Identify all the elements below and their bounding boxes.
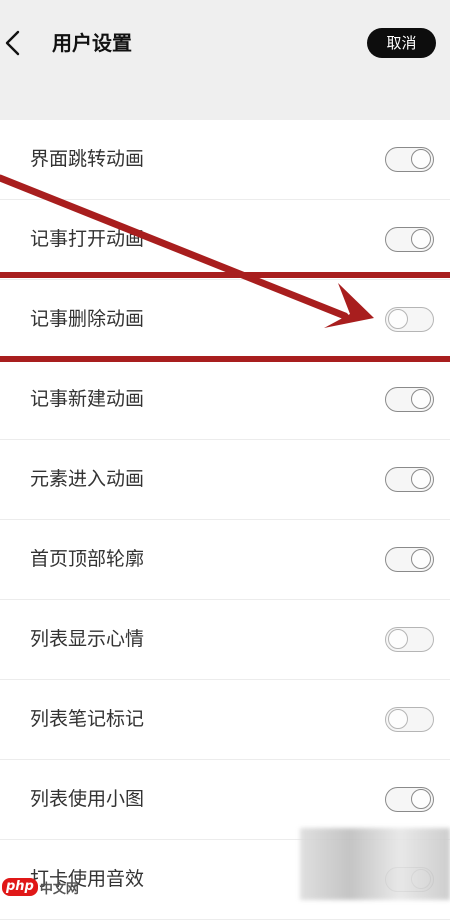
settings-row: 界面跳转动画 [0, 120, 450, 200]
setting-toggle[interactable] [385, 307, 434, 332]
settings-list: 界面跳转动画 记事打开动画 记事删除动画 记事新建动画 元素进入动画 首页顶部轮… [0, 120, 450, 920]
settings-row: 记事打开动画 [0, 200, 450, 280]
toggle-knob [411, 469, 431, 489]
chevron-left-icon [5, 30, 20, 56]
toggle-knob [411, 149, 431, 169]
setting-label: 首页顶部轮廓 [30, 548, 145, 570]
toggle-knob [388, 629, 408, 649]
watermark-text: 中文网 [39, 881, 79, 897]
setting-toggle[interactable] [385, 147, 434, 172]
setting-toggle[interactable] [385, 387, 434, 412]
back-button[interactable] [4, 28, 32, 58]
toggle-knob [411, 549, 431, 569]
setting-toggle[interactable] [385, 467, 434, 492]
setting-label: 记事新建动画 [30, 388, 145, 410]
settings-row: 列表笔记标记 [0, 680, 450, 760]
toggle-knob [411, 789, 431, 809]
toggle-knob [388, 709, 408, 729]
toggle-knob [388, 309, 408, 329]
cancel-button[interactable]: 取消 [367, 28, 436, 58]
setting-label: 列表使用小图 [30, 788, 145, 810]
setting-label: 记事删除动画 [30, 308, 145, 330]
setting-toggle[interactable] [385, 547, 434, 572]
setting-label: 元素进入动画 [30, 468, 145, 490]
watermark-logo: php [2, 878, 38, 896]
setting-label: 列表笔记标记 [30, 708, 145, 730]
settings-row: 记事新建动画 [0, 360, 450, 440]
settings-row: 记事删除动画 [0, 280, 450, 360]
page-title: 用户设置 [52, 31, 132, 55]
setting-label: 列表显示心情 [30, 628, 145, 650]
setting-toggle[interactable] [385, 787, 434, 812]
setting-label: 界面跳转动画 [30, 148, 145, 170]
setting-label: 记事打开动画 [30, 228, 145, 250]
settings-row: 列表显示心情 [0, 600, 450, 680]
toggle-knob [411, 229, 431, 249]
setting-toggle[interactable] [385, 627, 434, 652]
setting-toggle[interactable] [385, 227, 434, 252]
blurred-region [300, 828, 450, 900]
setting-toggle[interactable] [385, 707, 434, 732]
watermark: php 中文网 [2, 876, 79, 898]
toggle-knob [411, 389, 431, 409]
settings-row: 元素进入动画 [0, 440, 450, 520]
settings-row: 首页顶部轮廓 [0, 520, 450, 600]
header: 用户设置 取消 [0, 0, 450, 120]
